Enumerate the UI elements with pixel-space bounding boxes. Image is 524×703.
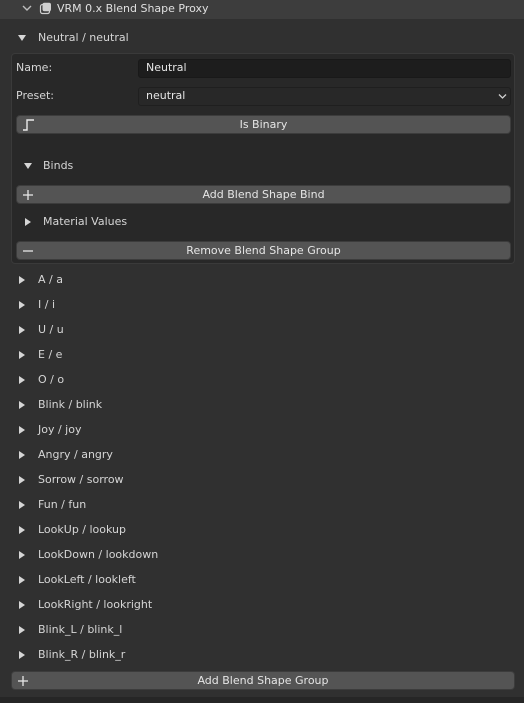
expression-group-label: A / a [38,273,63,286]
expression-group-row[interactable]: Fun / fun [0,495,524,515]
expression-group-row[interactable]: LookRight / lookright [0,595,524,615]
panel-bottom-separator [0,697,524,703]
expression-group-row[interactable]: Sorrow / sorrow [0,470,524,490]
expression-group-label: LookDown / lookdown [38,548,159,561]
collapsed-triangle-icon [19,451,25,459]
expression-group-label: LookLeft / lookleft [38,573,136,586]
add-blend-shape-bind-button[interactable]: Add Blend Shape Bind [16,185,511,204]
expression-group-row[interactable]: Angry / angry [0,445,524,465]
expression-group-row[interactable]: U / u [0,320,524,340]
expression-group-label: Fun / fun [38,498,87,511]
expression-group-row[interactable]: LookDown / lookdown [0,545,524,565]
chevron-down-icon[interactable] [22,3,32,13]
expression-group-label: E / e [38,348,63,361]
collapsed-triangle-icon [19,401,25,409]
expression-group-label: O / o [38,373,65,386]
collapsed-triangle-icon [19,376,25,384]
material-values-label[interactable]: Material Values [43,215,127,228]
expression-group-row[interactable]: O / o [0,370,524,390]
plus-icon [23,190,33,200]
collapsed-triangle-icon [19,426,25,434]
collapsed-triangle-icon [19,526,25,534]
expression-group-title: Neutral / neutral [38,31,129,44]
collapsed-triangle-icon [19,301,25,309]
expression-group-label: Angry / angry [38,448,113,461]
expression-group-label: U / u [38,323,64,336]
expression-group-row[interactable]: Blink / blink [0,395,524,415]
expression-group-label: Sorrow / sorrow [38,473,124,486]
expand-triangle-icon[interactable] [18,35,26,41]
remove-blend-shape-group-button[interactable]: Remove Blend Shape Group [16,241,511,260]
expression-group-label: LookRight / lookright [38,598,153,611]
collapsed-triangle-icon [19,326,25,334]
binary-step-icon [23,119,34,131]
expression-group-row[interactable]: Blink_L / blink_l [0,620,524,640]
preset-select-value: neutral [146,89,186,102]
is-binary-toggle[interactable]: Is Binary [16,115,511,134]
chevron-down-icon [498,94,507,99]
collapsed-triangle-icon [19,351,25,359]
name-label: Name: [16,61,53,74]
collapsed-triangle-icon [19,501,25,509]
expression-group-label: Blink_R / blink_r [38,648,126,661]
preset-select[interactable]: neutral [138,87,511,106]
binds-label[interactable]: Binds [43,159,73,172]
expression-group-row[interactable]: I / i [0,295,524,315]
collapsed-triangle-icon [19,276,25,284]
expression-group-label: Blink_L / blink_l [38,623,123,636]
cube-icon [39,2,51,15]
expression-group-row[interactable]: LookUp / lookup [0,520,524,540]
expression-group-label: Joy / joy [38,423,82,436]
preset-label: Preset: [16,89,55,102]
is-binary-label: Is Binary [239,118,288,131]
collapsed-triangle-icon [19,551,25,559]
collapsed-triangle-icon [19,601,25,609]
add-blend-shape-group-label: Add Blend Shape Group [197,674,329,687]
expression-group-row[interactable]: A / a [0,270,524,290]
name-field[interactable]: Neutral [138,59,511,78]
expression-group-row[interactable]: E / e [0,345,524,365]
expression-group-row[interactable]: Blink_R / blink_r [0,645,524,665]
collapsed-triangle-icon [19,576,25,584]
expression-group-label: I / i [38,298,55,311]
panel-header[interactable]: VRM 0.x Blend Shape Proxy [0,0,524,19]
expression-group-header[interactable]: Neutral / neutral [0,22,524,52]
collapsed-triangle-icon [19,626,25,634]
material-values-expand-icon[interactable] [25,218,31,226]
plus-icon [18,676,28,686]
expression-group-panel [11,53,515,264]
remove-blend-shape-group-label: Remove Blend Shape Group [186,244,341,257]
add-blend-shape-bind-label: Add Blend Shape Bind [202,188,325,201]
collapsed-triangle-icon [19,651,25,659]
expression-group-row[interactable]: Joy / joy [0,420,524,440]
minus-icon [23,250,33,252]
expression-group-row[interactable]: LookLeft / lookleft [0,570,524,590]
binds-expand-icon[interactable] [24,163,32,169]
expression-group-label: Blink / blink [38,398,103,411]
collapsed-triangle-icon [19,476,25,484]
expression-group-label: LookUp / lookup [38,523,126,536]
add-blend-shape-group-button[interactable]: Add Blend Shape Group [11,671,515,690]
panel-title: VRM 0.x Blend Shape Proxy [57,2,209,15]
